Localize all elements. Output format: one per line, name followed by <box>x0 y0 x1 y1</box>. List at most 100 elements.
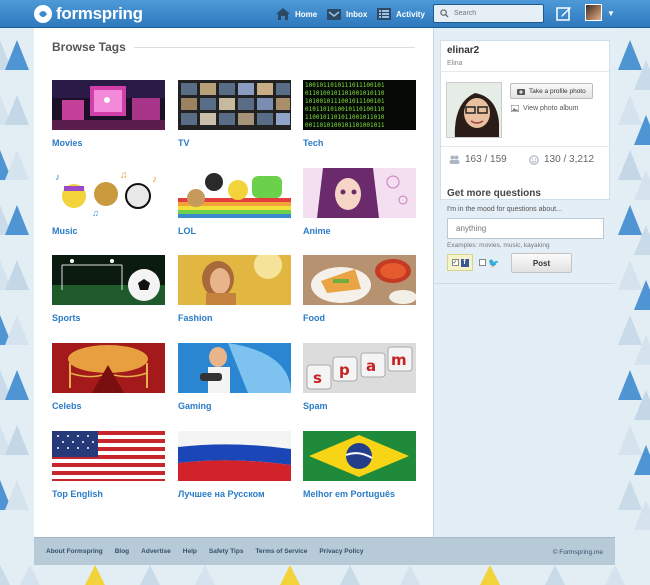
footer-link-advertise[interactable]: Advertise <box>141 548 171 555</box>
home-icon <box>276 8 290 20</box>
compose-icon[interactable] <box>556 5 572 21</box>
user-avatar[interactable] <box>585 4 602 21</box>
tag-tile-celebs[interactable]: Celebs <box>52 343 165 411</box>
tag-label: Celebs <box>52 401 82 411</box>
nav-activity[interactable]: Activity <box>376 4 425 24</box>
svg-text:1010010111001011100101: 1010010111001011100101 <box>305 98 385 105</box>
smiles-stat[interactable]: 130 / 3,212 <box>529 154 594 165</box>
share-options: ✓ f 🐦 <box>447 254 507 271</box>
tag-tile-top-english[interactable]: Top English <box>52 431 165 499</box>
tag-label: Sports <box>52 313 81 323</box>
meme-cats-image <box>178 168 291 218</box>
people-icon <box>449 155 460 164</box>
tag-tile-portuguese[interactable]: Melhor em Português <box>303 431 416 499</box>
footer-link-privacy[interactable]: Privacy Policy <box>319 548 363 555</box>
questions-topic-input[interactable] <box>447 218 604 239</box>
tag-label: Лучшее на Русском <box>178 489 265 499</box>
tag-tile-food[interactable]: Food <box>303 255 416 323</box>
nav-inbox[interactable]: Inbox <box>326 4 367 24</box>
tag-tile-sports[interactable]: Sports <box>52 255 165 323</box>
twitter-icon: 🐦 <box>488 257 500 268</box>
brazil-flag-image <box>303 431 416 481</box>
russia-flag-image <box>178 431 291 481</box>
facebook-icon: f <box>460 258 469 267</box>
usa-flag-image <box>52 431 165 481</box>
tag-label: Gaming <box>178 401 212 411</box>
view-album-label: View photo album <box>523 105 579 112</box>
svg-text:♫: ♫ <box>120 170 128 181</box>
facebook-checkbox[interactable]: ✓ <box>451 259 459 266</box>
browse-tags-panel: Browse Tags Movies TV 100101101011101110… <box>34 28 433 537</box>
tag-tile-fashion[interactable]: Fashion <box>178 255 291 323</box>
footer-link-blog[interactable]: Blog <box>115 548 129 555</box>
spam-keys-image: s p a m <box>303 343 416 393</box>
take-profile-photo-button[interactable]: Take a profile photo <box>510 83 593 99</box>
post-button[interactable]: Post <box>511 253 572 273</box>
svg-text:m: m <box>391 351 407 369</box>
svg-text:0101101010010110100110: 0101101010010110100110 <box>305 106 385 113</box>
tv-wall-image <box>178 80 291 130</box>
tag-tile-tech[interactable]: 1001011010111011100101 01101001011010010… <box>303 80 416 148</box>
share-twitter-toggle[interactable]: 🐦 <box>475 254 501 271</box>
tag-tile-spam[interactable]: s p a m Spam <box>303 343 416 411</box>
svg-text:a: a <box>366 357 376 375</box>
tag-label: LOL <box>178 226 196 236</box>
tag-label: Top English <box>52 489 103 499</box>
tag-label: Spam <box>303 401 328 411</box>
tag-label: Fashion <box>178 313 213 323</box>
smile-icon <box>529 154 539 165</box>
svg-text:♫: ♫ <box>92 208 99 218</box>
smiles-count: 130 / 3,212 <box>544 154 595 165</box>
formspring-logo-icon <box>34 5 52 23</box>
tag-tile-anime[interactable]: Anime <box>303 168 416 236</box>
tag-label: Music <box>52 226 78 236</box>
formspring-logo[interactable]: formspring <box>34 3 143 25</box>
footer-link-terms[interactable]: Terms of Service <box>255 548 307 555</box>
tag-label: Food <box>303 313 325 323</box>
page-title: Browse Tags <box>52 40 126 54</box>
inbox-icon <box>327 9 341 20</box>
search-box[interactable] <box>433 4 544 23</box>
profile-card: elinar2 Elina Take a profile photo View <box>440 40 610 200</box>
soccer-ball-image <box>52 255 165 305</box>
tag-label: TV <box>178 138 190 148</box>
followers-stat[interactable]: 163 / 159 <box>449 154 507 165</box>
tag-label: Melhor em Português <box>303 489 396 499</box>
music-characters-image: ♪ ♫ ♪ ♫ <box>52 168 165 218</box>
tag-label: Tech <box>303 138 324 148</box>
svg-text:♪: ♪ <box>152 174 157 185</box>
tag-label: Movies <box>52 138 83 148</box>
svg-text:♪: ♪ <box>55 172 60 183</box>
food-plate-image <box>303 255 416 305</box>
svg-text:1100101101011001011010: 1100101101011001011010 <box>305 114 385 121</box>
footer-link-safety-tips[interactable]: Safety Tips <box>209 548 244 555</box>
tag-tile-lol[interactable]: LOL <box>178 168 291 236</box>
profile-photo[interactable] <box>446 82 502 138</box>
svg-text:p: p <box>339 361 350 379</box>
nav-inbox-label: Inbox <box>346 9 368 19</box>
followers-count: 163 / 159 <box>465 154 507 165</box>
take-photo-label: Take a profile photo <box>529 87 586 95</box>
tag-tile-music[interactable]: ♪ ♫ ♪ ♫ Music <box>52 168 165 236</box>
tag-tile-tv[interactable]: TV <box>178 80 291 148</box>
tag-tile-gaming[interactable]: Gaming <box>178 343 291 411</box>
nav-home[interactable]: Home <box>275 4 317 24</box>
share-facebook-toggle[interactable]: ✓ f <box>447 254 473 271</box>
profile-name: Elina <box>447 60 463 67</box>
photo-album-icon <box>511 105 519 112</box>
view-photo-album-link[interactable]: View photo album <box>511 105 579 112</box>
twitter-checkbox[interactable] <box>479 259 486 266</box>
sidebar: elinar2 Elina Take a profile photo View <box>433 28 615 537</box>
svg-text:s: s <box>313 369 322 387</box>
tag-tile-movies[interactable]: Movies <box>52 80 165 148</box>
divider <box>441 146 609 147</box>
tag-label: Anime <box>303 226 331 236</box>
footer-link-help[interactable]: Help <box>183 548 197 555</box>
tag-tile-russian[interactable]: Лучшее на Русском <box>178 431 291 499</box>
search-input[interactable] <box>454 10 534 17</box>
footer-link-about[interactable]: About Formspring <box>46 548 103 555</box>
chevron-down-icon[interactable]: ▼ <box>607 9 615 18</box>
copyright: © Formspring.me <box>552 549 603 556</box>
movie-theater-image <box>52 80 165 130</box>
profile-username[interactable]: elinar2 <box>447 45 479 56</box>
